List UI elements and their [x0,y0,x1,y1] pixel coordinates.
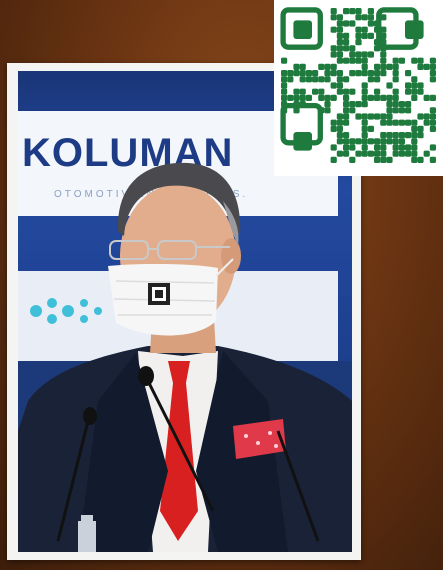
qr-code[interactable] [274,0,443,176]
qr-code-icon [280,7,436,163]
